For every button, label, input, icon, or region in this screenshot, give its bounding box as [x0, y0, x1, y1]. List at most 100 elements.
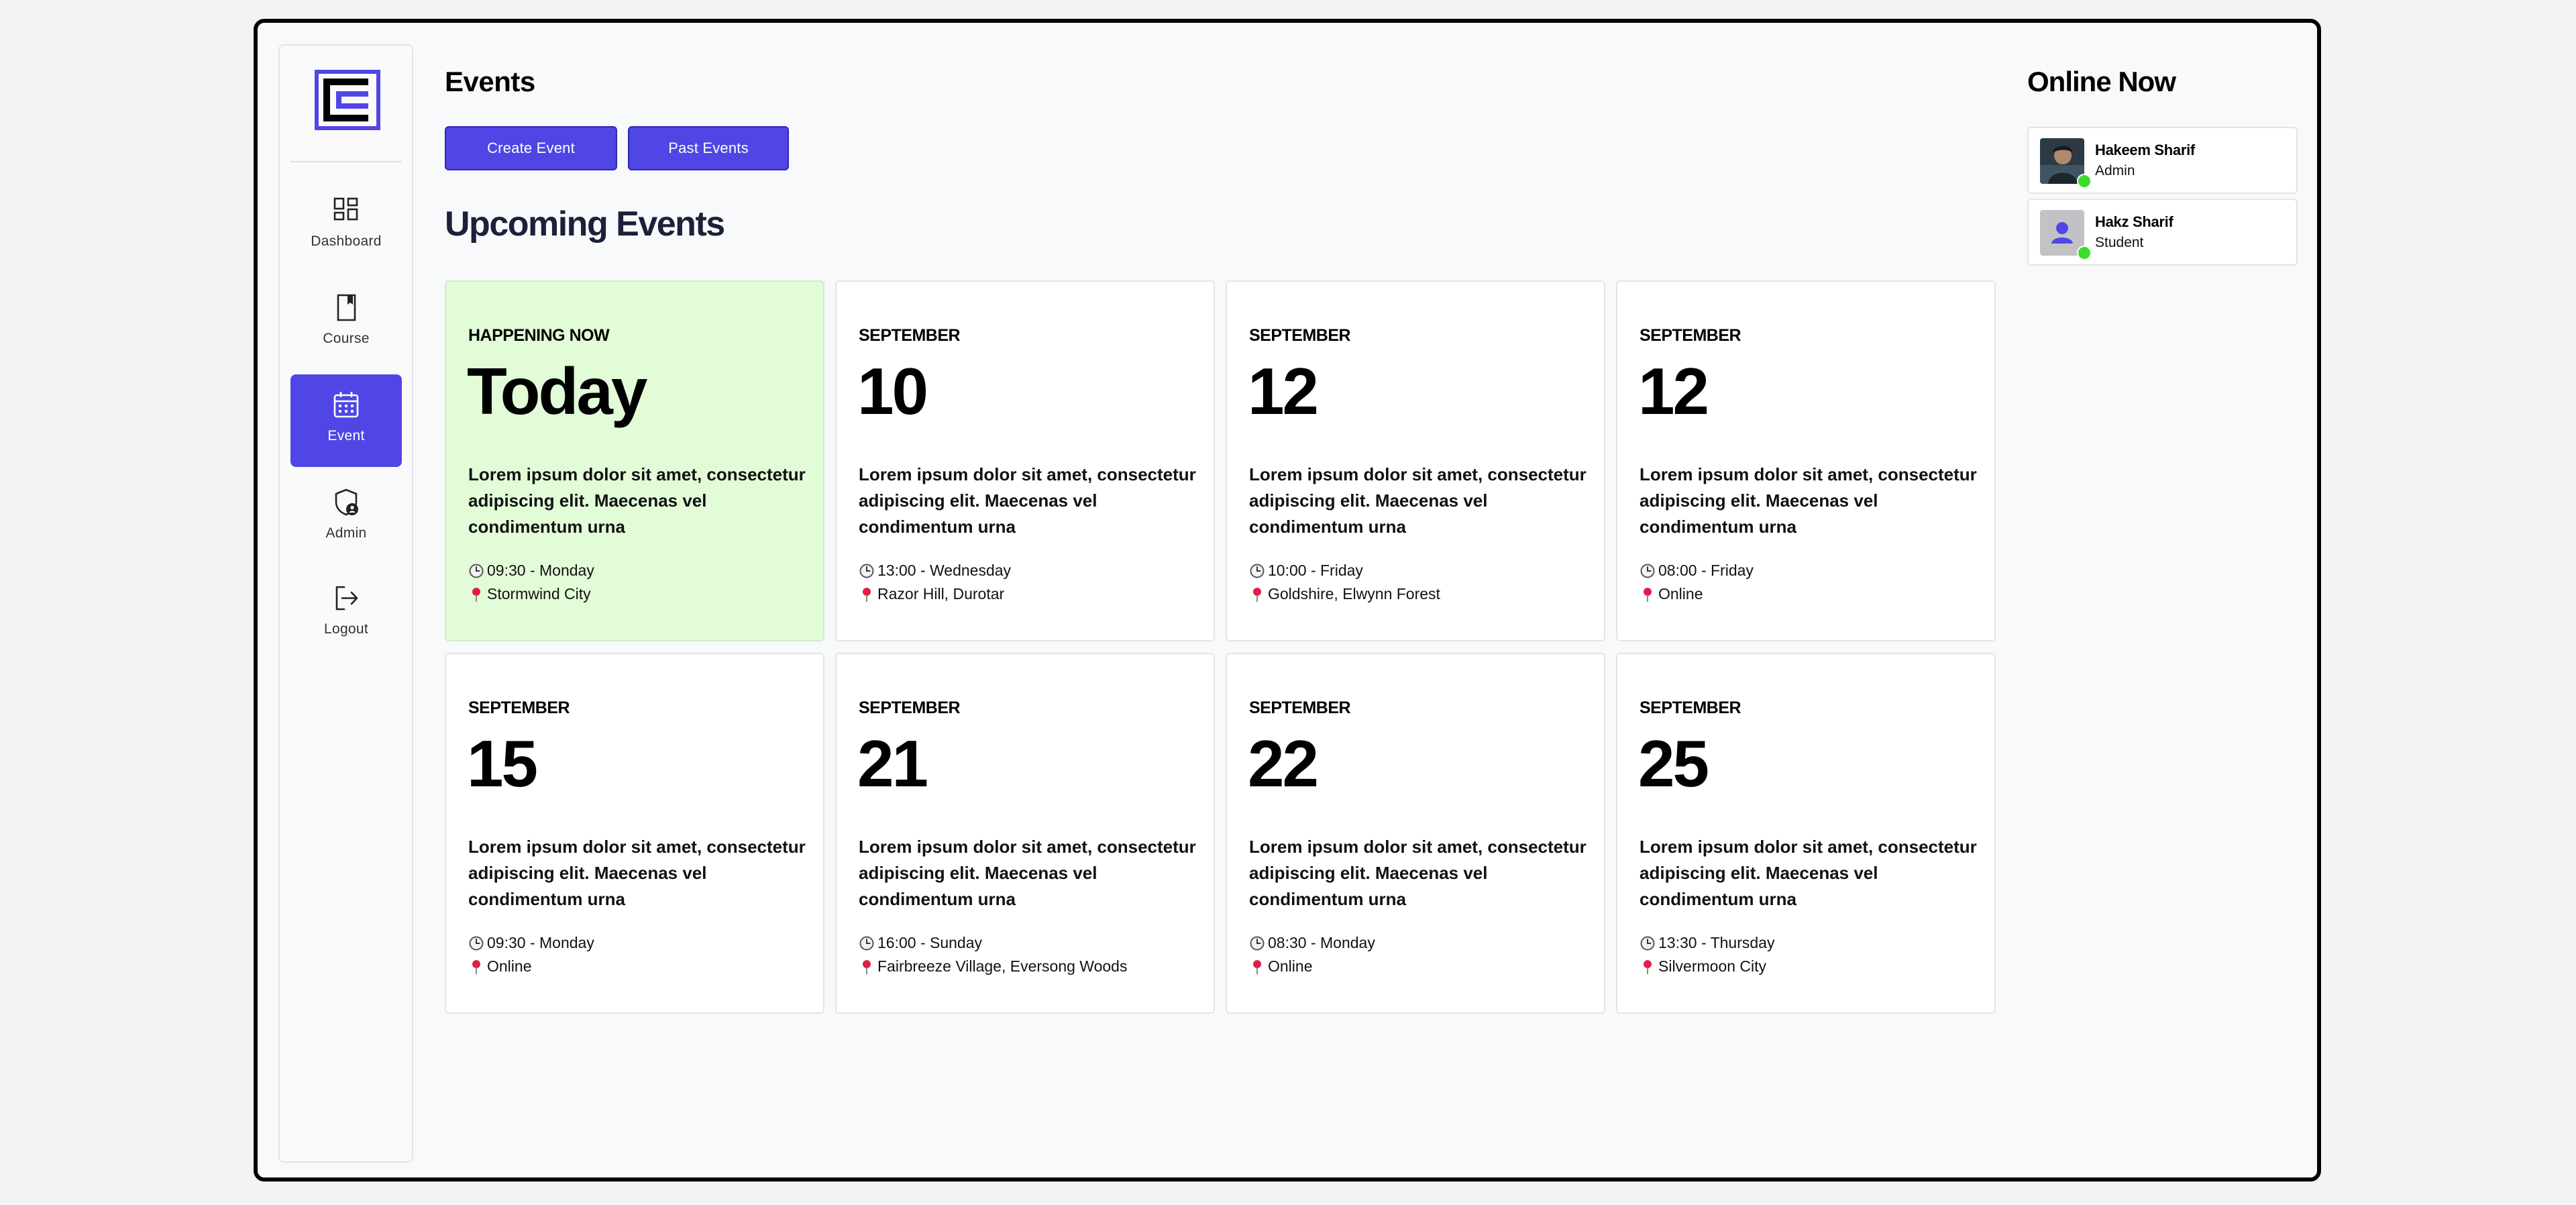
- logo-icon: [315, 70, 380, 130]
- event-location: Online: [1658, 585, 1703, 602]
- online-user-card[interactable]: Hakz Sharif Student: [2027, 199, 2298, 266]
- user-role: Student: [2095, 235, 2144, 250]
- user-role: Admin: [2095, 163, 2135, 178]
- clock-icon: [469, 564, 484, 578]
- event-card[interactable]: SEPTEMBER 15 Lorem ipsum dolor sit amet, c…: [445, 653, 824, 1014]
- event-day: 12: [1248, 354, 1319, 428]
- sidebar-item-label: Course: [323, 331, 370, 346]
- sidebar-divider: [290, 161, 402, 162]
- event-location-row: Fairbreeze Village, Eversong Woods: [859, 957, 1127, 976]
- event-day: 21: [857, 727, 928, 800]
- event-month: SEPTEMBER: [1249, 326, 1351, 345]
- sidebar-item-event[interactable]: Event: [290, 374, 402, 467]
- online-now-title: Online Now: [2027, 66, 2176, 97]
- event-time-row: 10:00 - Friday: [1249, 562, 1363, 580]
- event-month: SEPTEMBER: [1249, 698, 1351, 717]
- event-time: 16:00 - Sunday: [877, 934, 983, 951]
- event-location: Fairbreeze Village, Eversong Woods: [877, 957, 1128, 975]
- event-description: Lorem ipsum dolor sit amet, consectetur …: [1249, 464, 1587, 537]
- event-location: Online: [487, 957, 532, 975]
- clock-icon: [1250, 564, 1265, 578]
- event-month: HAPPENING NOW: [468, 326, 610, 345]
- location-pin-icon: [1644, 587, 1652, 602]
- event-day: 15: [467, 727, 538, 800]
- sidebar-item-label: Dashboard: [311, 233, 382, 249]
- event-time-row: 09:30 - Monday: [468, 934, 594, 952]
- event-description: Lorem ipsum dolor sit amet, consectetur …: [1249, 837, 1587, 909]
- event-month: SEPTEMBER: [1640, 698, 1741, 717]
- event-month: SEPTEMBER: [859, 698, 961, 717]
- event-location: Razor Hill, Durotar: [877, 585, 1005, 602]
- event-card[interactable]: SEPTEMBER 25 Lorem ipsum dolor sit amet, c…: [1616, 653, 1996, 1014]
- user-name: Hakz Sharif: [2095, 213, 2174, 230]
- clock-icon: [1250, 936, 1265, 950]
- event-location-row: Stormwind City: [468, 585, 591, 603]
- location-pin-icon: [1644, 959, 1652, 974]
- event-description: Lorem ipsum dolor sit amet, consectetur …: [1640, 464, 1977, 537]
- user-name: Hakeem Sharif: [2095, 142, 2195, 158]
- event-description: Lorem ipsum dolor sit amet, consectetur …: [1640, 837, 1977, 909]
- event-location-row: Online: [468, 957, 531, 976]
- sidebar-item-course[interactable]: Course: [290, 277, 402, 370]
- event-month: SEPTEMBER: [1640, 326, 1741, 345]
- event-card[interactable]: SEPTEMBER 12 Lorem ipsum dolor sit amet, c…: [1226, 280, 1605, 641]
- dashboard-icon: [333, 197, 358, 221]
- online-status-indicator: [2077, 246, 2092, 260]
- event-time: 08:30 - Monday: [1268, 934, 1375, 951]
- clock-icon: [469, 936, 484, 950]
- event-time-row: 16:00 - Sunday: [859, 934, 982, 952]
- sidebar-item-label: Event: [327, 428, 365, 443]
- event-card[interactable]: SEPTEMBER 22 Lorem ipsum dolor sit amet, c…: [1226, 653, 1605, 1014]
- event-time-row: 09:30 - Monday: [468, 562, 594, 580]
- location-pin-icon: [863, 959, 871, 974]
- sidebar-item-dashboard[interactable]: Dashboard: [290, 180, 402, 272]
- event-time: 13:30 - Thursday: [1658, 934, 1775, 951]
- sidebar: Dashboard Course Event Admin Logout: [278, 44, 413, 1163]
- clock-icon: [859, 936, 874, 950]
- online-status-indicator: [2077, 174, 2092, 189]
- event-card[interactable]: SEPTEMBER 12 Lorem ipsum dolor sit amet, c…: [1616, 280, 1996, 641]
- sidebar-item-label: Admin: [325, 525, 367, 541]
- event-description: Lorem ipsum dolor sit amet, consectetur …: [859, 464, 1196, 537]
- event-time-row: 08:30 - Monday: [1249, 934, 1375, 952]
- past-events-button[interactable]: Past Events: [628, 126, 789, 170]
- event-description: Lorem ipsum dolor sit amet, consectetur …: [468, 464, 806, 537]
- event-time: 09:30 - Monday: [487, 562, 594, 579]
- sidebar-item-admin[interactable]: Admin: [290, 472, 402, 564]
- event-month: SEPTEMBER: [468, 698, 570, 717]
- create-event-button[interactable]: Create Event: [445, 126, 617, 170]
- location-pin-icon: [472, 959, 480, 974]
- event-location: Stormwind City: [487, 585, 591, 602]
- event-description: Lorem ipsum dolor sit amet, consectetur …: [468, 837, 806, 909]
- event-time: 09:30 - Monday: [487, 934, 594, 951]
- clock-icon: [1640, 564, 1655, 578]
- event-time: 08:00 - Friday: [1658, 562, 1754, 579]
- calendar-icon: [333, 392, 359, 418]
- location-pin-icon: [1253, 959, 1261, 974]
- event-time: 13:00 - Wednesday: [877, 562, 1012, 579]
- sidebar-item-label: Logout: [323, 621, 369, 637]
- event-location: Goldshire, Elwynn Forest: [1268, 585, 1440, 602]
- location-pin-icon: [1253, 587, 1261, 602]
- event-time-row: 13:00 - Wednesday: [859, 562, 1011, 580]
- event-location-row: Razor Hill, Durotar: [859, 585, 1004, 603]
- event-time-row: 13:30 - Thursday: [1640, 934, 1774, 952]
- event-card[interactable]: SEPTEMBER 10 Lorem ipsum dolor sit amet, c…: [835, 280, 1215, 641]
- event-description: Lorem ipsum dolor sit amet, consectetur …: [859, 837, 1196, 909]
- logout-icon: [335, 586, 358, 611]
- event-time: 10:00 - Friday: [1268, 562, 1363, 579]
- event-time-row: 08:00 - Friday: [1640, 562, 1754, 580]
- page-title: Events: [445, 66, 535, 97]
- upcoming-events-title: Upcoming Events: [445, 205, 725, 244]
- sidebar-item-logout[interactable]: Logout: [290, 568, 402, 660]
- online-user-card[interactable]: Hakeem Sharif Admin: [2027, 127, 2298, 194]
- event-day: 12: [1638, 354, 1709, 428]
- location-pin-icon: [863, 587, 871, 602]
- event-card[interactable]: SEPTEMBER 21 Lorem ipsum dolor sit amet, c…: [835, 653, 1215, 1014]
- event-card[interactable]: HAPPENING NOW Today Lorem ipsum dolor sit …: [445, 280, 824, 641]
- event-location: Silvermoon City: [1658, 957, 1767, 975]
- event-month: SEPTEMBER: [859, 326, 961, 345]
- event-day: 10: [857, 354, 928, 428]
- event-location: Online: [1268, 957, 1313, 975]
- event-location-row: Goldshire, Elwynn Forest: [1249, 585, 1440, 603]
